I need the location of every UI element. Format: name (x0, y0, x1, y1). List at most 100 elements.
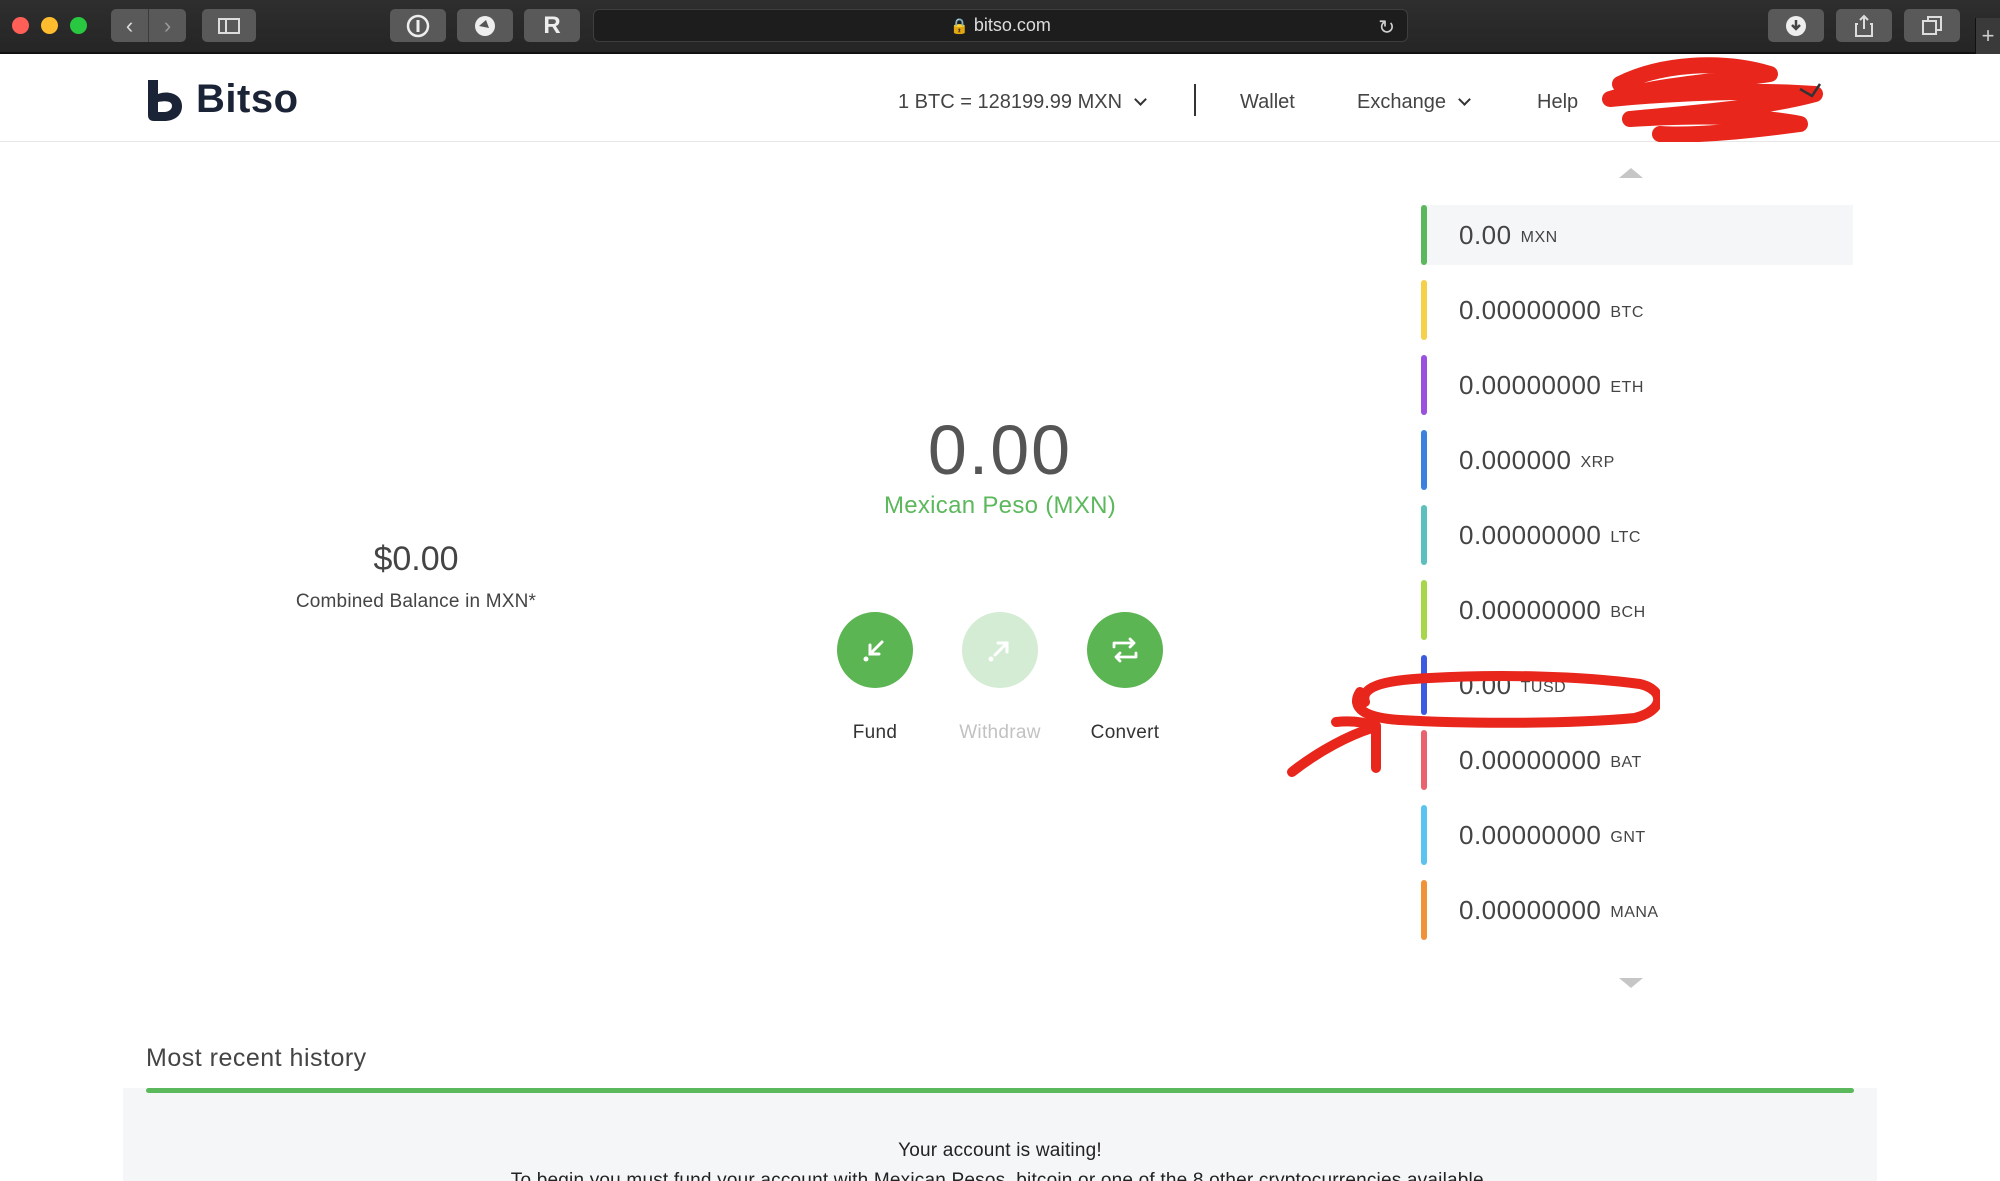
wallet-color-bar (1421, 280, 1427, 340)
selected-currency: 0.00 Mexican Peso (MXN) (800, 410, 1200, 520)
url-text: bitso.com (973, 15, 1051, 35)
wallet-item-tusd[interactable]: 0.00 TUSD (1421, 655, 1853, 715)
wallet-balance: 0.00 (1459, 219, 1512, 250)
history-empty-message: Your account is waiting! (898, 1140, 1102, 1161)
wallet-color-bar (1421, 430, 1427, 490)
reader-extension-icon[interactable]: R (524, 9, 580, 42)
wallet-balance: 0.00 (1459, 669, 1512, 700)
close-window-button[interactable] (12, 17, 29, 34)
wallet-balance: 0.00000000 (1459, 819, 1602, 850)
convert-button[interactable]: Convert (1065, 612, 1185, 744)
wallet-item-bch[interactable]: 0.00000000 BCH (1421, 580, 1853, 640)
wallet-currency-code: TUSD (1520, 679, 1567, 696)
combined-balance-label: Combined Balance in MXN* (295, 591, 537, 612)
wallet-currency-code: MANA (1610, 904, 1659, 921)
wallet-item-ltc[interactable]: 0.00000000 LTC (1421, 505, 1853, 565)
nav-exchange[interactable]: Exchange (1357, 91, 1471, 114)
downloads-icon[interactable] (1768, 9, 1824, 42)
wallet-item-mana[interactable]: 0.00000000 MANA (1421, 880, 1853, 940)
wallet-color-bar (1421, 805, 1427, 865)
site-header: Bitso 1 BTC = 128199.99 MXN Wallet Excha… (0, 54, 2000, 142)
forward-icon[interactable]: › (148, 9, 186, 42)
share-icon[interactable] (1836, 9, 1892, 42)
fund-circle[interactable] (837, 612, 913, 688)
extension-icon[interactable] (457, 9, 513, 42)
rate-text: 1 BTC = 128199.99 MXN (898, 91, 1123, 113)
withdraw-button[interactable]: Withdraw (940, 612, 1060, 744)
sidebar-toggle-icon[interactable] (202, 9, 256, 42)
wallet-currency-code: ETH (1610, 379, 1644, 396)
wallet-currency-code: BAT (1610, 754, 1642, 771)
brand-name: Bitso (196, 77, 299, 121)
browser-toolbar: ‹ › R 🔒 bitso.com ↻ + (0, 0, 2000, 54)
bitso-logo-icon (148, 79, 182, 121)
nav-exchange-label: Exchange (1357, 91, 1446, 113)
wallet-item-gnt[interactable]: 0.00000000 GNT (1421, 805, 1853, 865)
wallet-color-bar (1421, 355, 1427, 415)
wallet-color-bar (1421, 205, 1427, 265)
chevron-down-icon (1134, 93, 1147, 106)
nav-wallet-label: Wallet (1240, 91, 1295, 113)
withdraw-arrow-icon (988, 641, 1009, 662)
lock-icon: 🔒 (950, 17, 969, 35)
history-panel: Your account is waiting! To begin you mu… (123, 1088, 1877, 1181)
scroll-down-icon[interactable] (1619, 978, 1643, 988)
wallet-balance: 0.00000000 (1459, 744, 1602, 775)
redacted-account-scribble[interactable] (1600, 54, 1830, 142)
fund-button[interactable]: Fund (815, 612, 935, 744)
combined-balance-amount: $0.00 (373, 540, 459, 578)
wallet-currency-code: GNT (1610, 829, 1646, 846)
wallet-balance: 0.00000000 (1459, 894, 1602, 925)
fund-arrow-icon (863, 640, 884, 662)
rate-dropdown[interactable]: 1 BTC = 128199.99 MXN (898, 91, 1147, 114)
withdraw-label: Withdraw (959, 722, 1041, 743)
wallet-list: 0.00 MXN 0.00000000 BTC 0.00000000 ETH 0.00000… (1421, 205, 1853, 955)
fund-label: Fund (852, 722, 898, 743)
wallet-color-bar (1421, 730, 1427, 790)
history-accent-line (146, 1088, 1854, 1093)
zoom-window-button[interactable] (70, 17, 87, 34)
withdraw-circle[interactable] (962, 612, 1038, 688)
nav-divider (1194, 84, 1196, 116)
nav-wallet[interactable]: Wallet (1240, 91, 1295, 114)
minimize-window-button[interactable] (41, 17, 58, 34)
history-nav: ‹ › (111, 9, 186, 42)
wallet-item-btc[interactable]: 0.00000000 BTC (1421, 280, 1853, 340)
wallet-currency-code: XRP (1580, 454, 1615, 471)
tabs-overview-icon[interactable] (1904, 9, 1960, 42)
wallet-color-bar (1421, 580, 1427, 640)
wallet-currency-code: LTC (1610, 529, 1641, 546)
history-empty-submessage: To begin you must fund your account with… (510, 1170, 1490, 1181)
bitso-logo[interactable]: Bitso (144, 77, 299, 122)
address-bar[interactable]: 🔒 bitso.com ↻ (593, 9, 1408, 42)
wallet-balance: 0.000000 (1459, 444, 1572, 475)
wallet-color-bar (1421, 880, 1427, 940)
new-tab-icon[interactable]: + (1975, 18, 2000, 54)
wallet-balance: 0.00000000 (1459, 294, 1602, 325)
reload-icon[interactable]: ↻ (1378, 15, 1395, 40)
wallet-currency-code: BTC (1610, 304, 1644, 321)
back-icon[interactable]: ‹ (111, 9, 148, 42)
nav-help[interactable]: Help (1537, 91, 1578, 114)
wallet-balance: 0.00000000 (1459, 594, 1602, 625)
wallet-item-xrp[interactable]: 0.000000 XRP (1421, 430, 1853, 490)
convert-arrows-icon (1112, 637, 1138, 663)
wallet-currency-code: BCH (1610, 604, 1646, 621)
wallet-color-bar (1421, 655, 1427, 715)
wallet-color-bar (1421, 505, 1427, 565)
wallet-item-bat[interactable]: 0.00000000 BAT (1421, 730, 1853, 790)
nav-help-label: Help (1537, 91, 1579, 113)
selected-currency-balance: 0.00 (927, 411, 1073, 489)
convert-label: Convert (1090, 722, 1160, 743)
password-manager-icon[interactable] (390, 9, 446, 42)
wallet-item-mxn[interactable]: 0.00 MXN (1421, 205, 1853, 265)
wallet-item-eth[interactable]: 0.00000000 ETH (1421, 355, 1853, 415)
chevron-down-icon (1458, 93, 1471, 106)
combined-balance: $0.00 Combined Balance in MXN* (266, 540, 566, 613)
scroll-up-icon[interactable] (1619, 168, 1643, 178)
wallet-balance: 0.00000000 (1459, 369, 1602, 400)
wallet-balance: 0.00000000 (1459, 519, 1602, 550)
history-title: Most recent history (146, 1044, 367, 1072)
convert-circle[interactable] (1087, 612, 1163, 688)
selected-currency-name: Mexican Peso (MXN) (883, 492, 1117, 519)
